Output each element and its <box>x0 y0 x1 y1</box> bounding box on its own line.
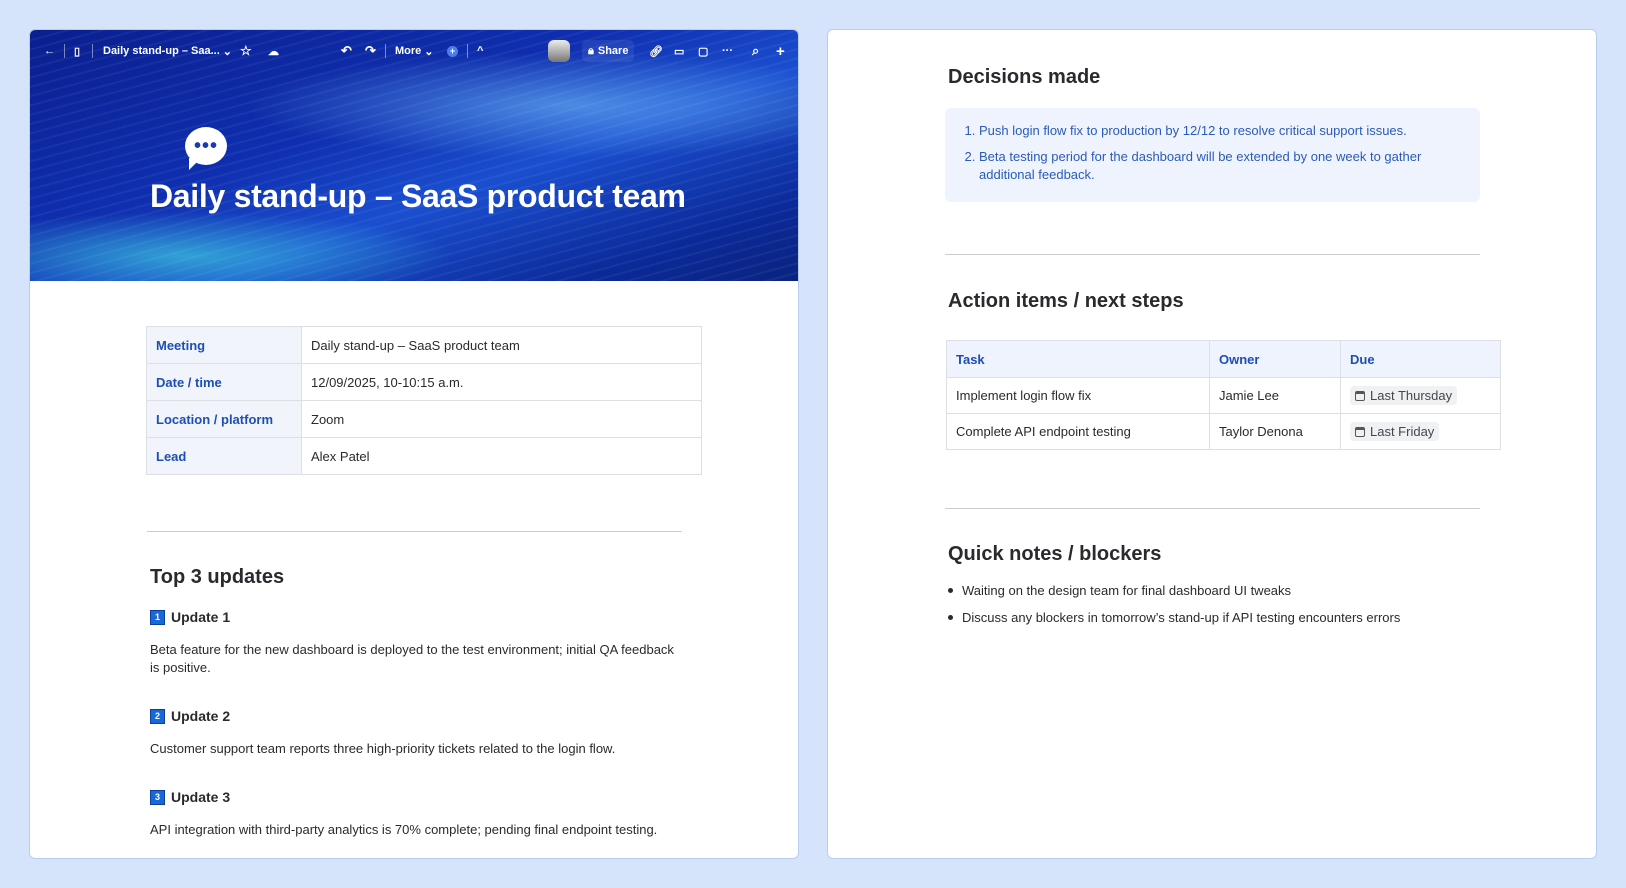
page-editor-panel: ← ▯ Daily stand-up – Saa... ⌄ ☆ ☁ ↶ ↷ Mor… <box>29 29 799 859</box>
row-key: Date / time <box>146 363 302 401</box>
divider <box>945 508 1480 509</box>
redo-icon[interactable]: ↷ <box>365 43 376 59</box>
updates-heading: Top 3 updates <box>150 566 285 588</box>
divider <box>92 44 93 58</box>
number-3-icon: 3 <box>150 789 165 805</box>
note-bullet: Discuss any blockers in tomorrow’s stand… <box>948 610 1400 625</box>
chat-bubble-icon: ••• <box>185 127 227 170</box>
video-icon[interactable]: ▭ <box>674 45 684 58</box>
date-label: Last Thursday <box>1370 388 1453 403</box>
share-button[interactable]: 🔒︎ Share <box>582 40 635 62</box>
row-value: Daily stand-up – SaaS product team <box>301 326 702 364</box>
note-text: Discuss any blockers in tomorrow’s stand… <box>962 610 1401 625</box>
row-key: Lead <box>146 437 302 475</box>
due-cell: Last Thursday <box>1340 377 1501 414</box>
cloud-icon[interactable]: ☁ <box>268 45 279 58</box>
task-cell: Implement login flow fix <box>946 377 1210 414</box>
owner-cell: Taylor Denona <box>1209 413 1341 450</box>
divider <box>385 44 386 58</box>
table-row: Complete API endpoint testing Taylor Den… <box>946 413 1501 450</box>
divider <box>147 531 682 532</box>
search-icon[interactable]: ⌕ <box>752 43 759 59</box>
row-key: Location / platform <box>146 400 302 438</box>
number-2-icon: 2 <box>150 708 165 724</box>
row-key: Meeting <box>146 326 302 364</box>
back-arrow-icon[interactable]: ← <box>44 45 55 57</box>
plus-icon[interactable]: + <box>776 43 785 60</box>
page-title: Daily stand-up – SaaS product team <box>150 178 686 214</box>
row-value: 12/09/2025, 10-10:15 a.m. <box>301 363 702 401</box>
page-icon[interactable]: ▯ <box>74 45 80 58</box>
decision-item: Push login flow fix to production by 12/… <box>979 122 1460 140</box>
table-row: Location / platform Zoom <box>146 400 702 438</box>
divider <box>467 44 468 58</box>
update-heading: 2 Update 2 <box>150 708 230 724</box>
date-chip[interactable]: Last Friday <box>1350 422 1440 441</box>
page-title-label: Daily stand-up – Saa... <box>103 45 220 57</box>
update-heading: 1 Update 1 <box>150 609 230 625</box>
column-header-task: Task <box>946 340 1210 378</box>
more-menu-button[interactable]: More ⌄ <box>395 45 434 58</box>
update-title: Update 3 <box>171 789 231 805</box>
owner-cell: Jamie Lee <box>1209 377 1341 414</box>
toolbar: ← ▯ Daily stand-up – Saa... ⌄ ☆ ☁ ↶ ↷ Mor… <box>30 40 798 62</box>
more-options-icon[interactable]: ··· <box>722 45 733 57</box>
calendar-icon <box>1355 426 1365 437</box>
chevron-down-icon: ⌄ <box>222 45 232 58</box>
update-title: Update 2 <box>171 708 231 724</box>
meeting-info-table: Meeting Daily stand-up – SaaS product tea… <box>146 326 702 475</box>
lock-icon: 🔒︎ <box>588 44 594 57</box>
more-label: More <box>395 45 422 57</box>
table-row: Implement login flow fix Jamie Lee Last … <box>946 377 1501 414</box>
decisions-panel: Push login flow fix to production by 12/… <box>945 108 1480 202</box>
update-heading: 3 Update 3 <box>150 789 230 805</box>
action-items-heading: Action items / next steps <box>948 290 1184 312</box>
page-title-dropdown[interactable]: Daily stand-up – Saa... ⌄ <box>103 45 232 58</box>
table-row: Meeting Daily stand-up – SaaS product tea… <box>146 326 702 364</box>
decisions-heading: Decisions made <box>948 66 1101 88</box>
row-value: Alex Patel <box>301 437 702 475</box>
header-banner <box>30 30 798 281</box>
update-title: Update 1 <box>171 609 231 625</box>
calendar-icon <box>1355 390 1365 401</box>
insert-plus-icon[interactable]: + <box>447 45 458 57</box>
star-icon[interactable]: ☆ <box>240 43 252 59</box>
note-bullet: Waiting on the design team for final das… <box>948 583 1291 598</box>
divider <box>64 44 65 58</box>
column-header-due: Due <box>1340 340 1501 378</box>
decision-item: Beta testing period for the dashboard wi… <box>979 148 1460 184</box>
note-text: Waiting on the design team for final das… <box>962 583 1292 598</box>
date-chip[interactable]: Last Thursday <box>1350 386 1458 405</box>
undo-icon[interactable]: ↶ <box>341 43 352 59</box>
page-continuation-panel: Decisions made Push login flow fix to pr… <box>827 29 1597 859</box>
column-header-owner: Owner <box>1209 340 1341 378</box>
number-1-icon: 1 <box>150 609 165 625</box>
notes-heading: Quick notes / blockers <box>948 543 1162 565</box>
update-text: Beta feature for the new dashboard is de… <box>150 642 674 675</box>
date-label: Last Friday <box>1370 424 1435 439</box>
divider <box>945 254 1480 255</box>
link-icon[interactable]: 🔗︎ <box>649 45 663 58</box>
update-text: Customer support team reports three high… <box>150 741 616 756</box>
update-text: API integration with third-party analyti… <box>150 822 658 837</box>
action-items-table: Task Owner Due Implement login flow fix … <box>946 340 1501 450</box>
collapse-chevron-icon[interactable]: ^ <box>477 45 483 57</box>
table-header-row: Task Owner Due <box>946 340 1501 378</box>
due-cell: Last Friday <box>1340 413 1501 450</box>
comment-icon[interactable]: ▢ <box>698 45 708 58</box>
share-label: Share <box>597 45 629 57</box>
table-row: Lead Alex Patel <box>146 437 702 475</box>
task-cell: Complete API endpoint testing <box>946 413 1210 450</box>
avatar[interactable] <box>548 40 570 62</box>
table-row: Date / time 12/09/2025, 10-10:15 a.m. <box>146 363 702 401</box>
chevron-down-icon: ⌄ <box>424 45 434 58</box>
row-value: Zoom <box>301 400 702 438</box>
